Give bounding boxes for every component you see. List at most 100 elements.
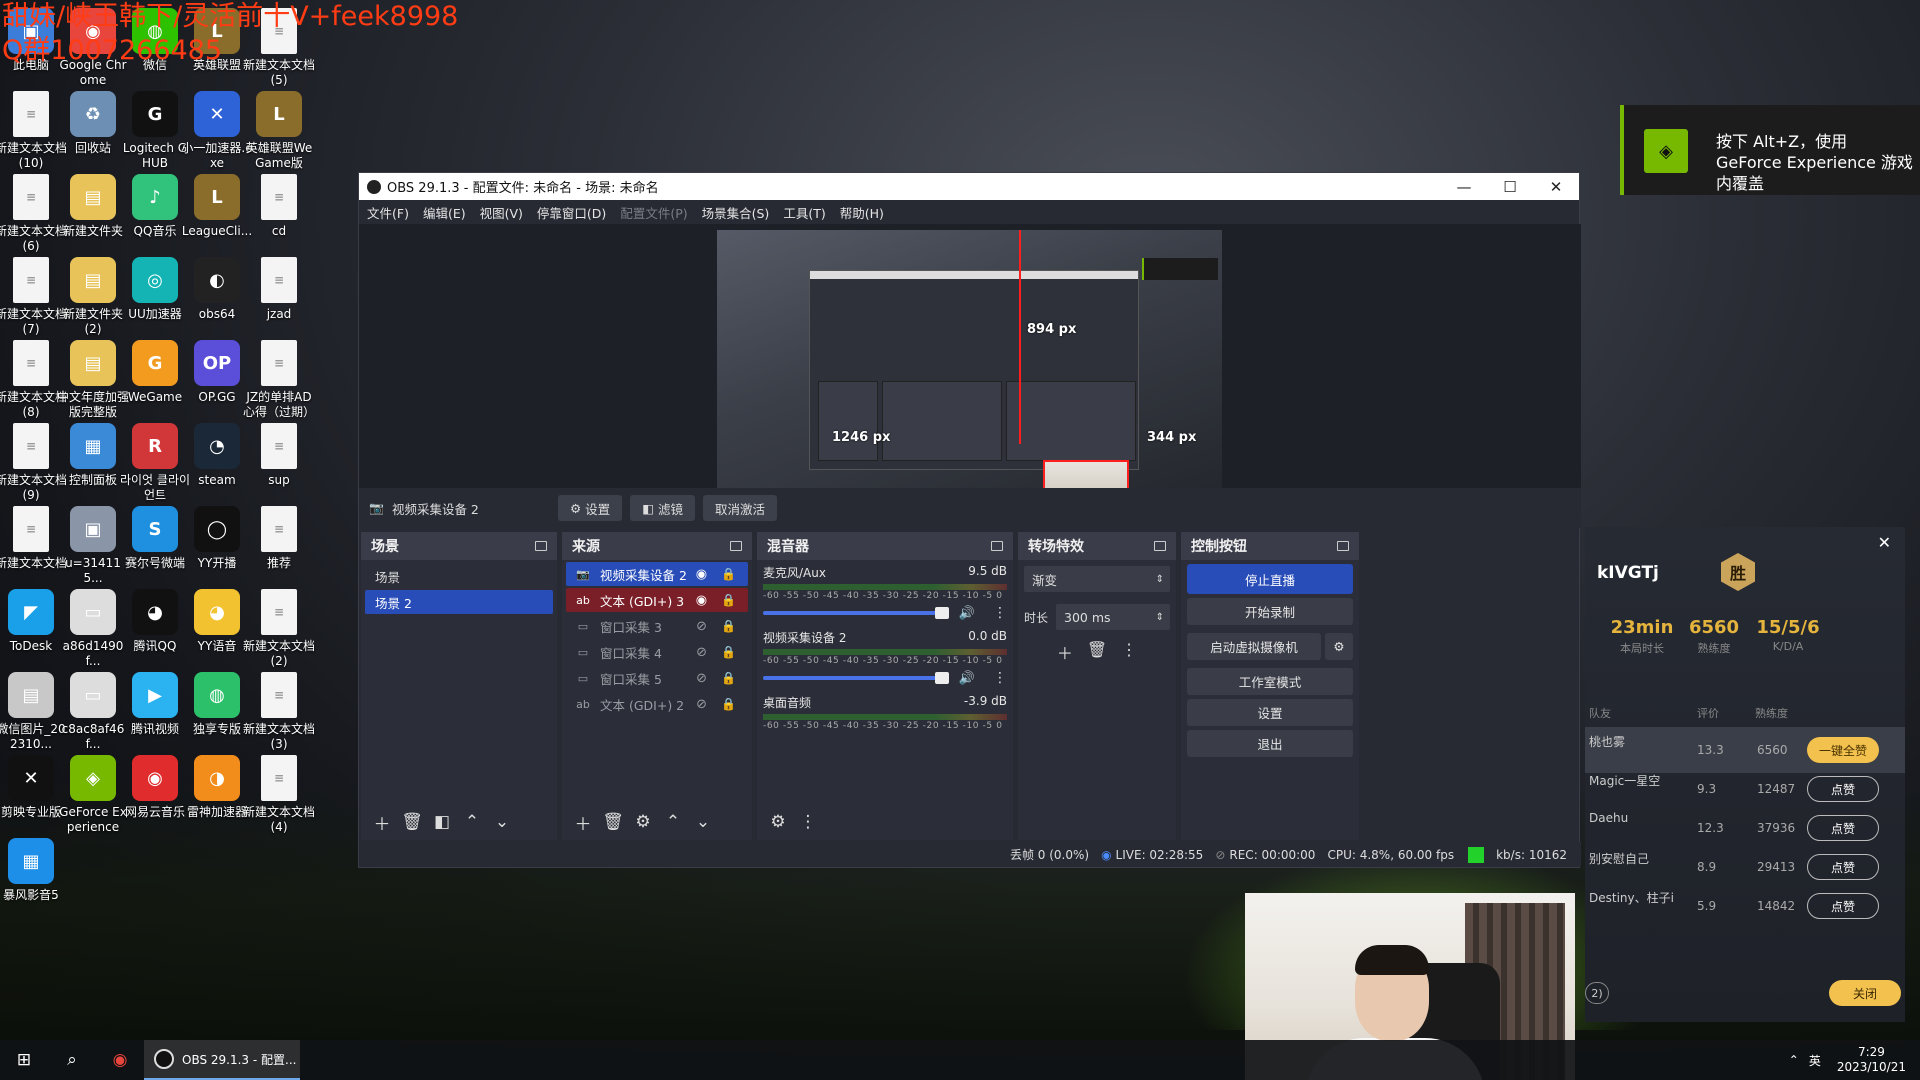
menu-item[interactable]: 帮助(H) [840,203,884,222]
remove-transition-button[interactable]: 🗑 [1087,640,1107,664]
eye-closed-icon[interactable]: ⊘ [696,619,707,634]
move-up-button[interactable]: ⌃ [457,808,487,836]
menu-item[interactable]: 场景集合(S) [702,203,770,222]
desktop-icon[interactable]: ▦ 暴风影音5 [0,830,68,926]
eye-closed-icon[interactable]: ⊘ [696,671,707,686]
advanced-audio-button[interactable]: ⚙ [763,808,793,836]
source-item[interactable]: ab 文本 (GDI+) 2 ⊘ 🔒 [566,692,748,716]
eye-closed-icon[interactable]: ⊘ [696,645,707,660]
like-button[interactable]: 点赞 [1807,854,1879,880]
obs-titlebar[interactable]: OBS 29.1.3 - 配置文件: 未命名 - 场景: 未命名 — ☐ ✕ [359,173,1579,200]
desktop-icon[interactable]: L 英雄联盟WeGame版 [242,83,316,179]
maximize-button[interactable]: ☐ [1487,173,1533,200]
obs-preview[interactable]: 894 px 1246 px 344 px [359,224,1581,518]
undock-icon[interactable] [1337,541,1349,551]
exit-button[interactable]: 退出 [1187,730,1353,757]
desktop-icon[interactable]: ≡ 新建文本文档 (3) [242,664,316,760]
deactivate-button[interactable]: 取消激活 [702,495,777,521]
lock-icon[interactable]: 🔒 [721,671,736,685]
cpu-usage: CPU: 4.8%, 60.00 fps [1327,847,1455,862]
desktop-icon[interactable]: ≡ 新建文本文档 (2) [242,581,316,677]
search-icon[interactable]: ⌕ [48,1040,96,1080]
settings-button[interactable]: 设置 [1187,699,1353,726]
undock-icon[interactable] [730,541,742,551]
like-button[interactable]: 点赞 [1807,893,1879,919]
like-all-button[interactable]: 一键全赞 [1807,737,1879,763]
add-transition-button[interactable]: ＋ [1057,640,1073,664]
chrome-icon[interactable]: ◉ [96,1040,144,1080]
transition-select[interactable]: 渐变 ⇕ [1024,566,1170,592]
duration-input[interactable]: 300 ms ⇕ [1056,604,1170,630]
eye-closed-icon[interactable]: ⊘ [696,697,707,712]
scene-item[interactable]: 场景 [365,564,553,588]
add-source-button[interactable]: ＋ [568,808,598,836]
tray-chevron-icon[interactable]: ⌃ [1789,1053,1799,1067]
windows-start-icon[interactable]: ⊞ [0,1040,48,1080]
speaker-icon[interactable]: 🔊 [959,606,975,621]
lock-icon[interactable]: 🔒 [721,593,736,607]
desktop-icon[interactable]: ≡ 推荐 [242,498,316,594]
move-up-button[interactable]: ⌃ [658,808,688,836]
menu-item[interactable]: 停靠窗口(D) [537,203,606,222]
desktop-icon[interactable]: ≡ cd [242,166,316,262]
menu-item[interactable]: 视图(V) [480,203,523,222]
lock-icon[interactable]: 🔒 [721,697,736,711]
minimize-button[interactable]: — [1441,173,1487,200]
transition-menu-button[interactable]: ⋮ [1121,640,1137,664]
undock-icon[interactable] [535,541,547,551]
volume-slider[interactable] [763,607,949,619]
ime-indicator[interactable]: 英 [1809,1052,1821,1069]
lock-icon[interactable]: 🔒 [721,567,736,581]
menu-item[interactable]: 编辑(E) [423,203,466,222]
source-filters-button[interactable]: ◧ 滤镜 [630,495,695,521]
menu-item[interactable]: 文件(F) [367,203,409,222]
clock[interactable]: 7:29 2023/10/21 [1837,1045,1906,1075]
eye-icon[interactable]: ◉ [696,567,707,582]
taskbar-obs[interactable]: OBS 29.1.3 - 配置... [144,1040,300,1080]
source-item[interactable]: ▭ 窗口采集 3 ⊘ 🔒 [566,614,748,638]
close-panel-button[interactable]: 关闭 [1829,980,1901,1006]
preview-canvas[interactable]: 894 px 1246 px 344 px [717,230,1222,518]
channel-menu-icon[interactable]: ⋮ [993,605,1007,621]
mixer-menu-button[interactable]: ⋮ [793,808,823,836]
start-record-button[interactable]: 开始录制 [1187,598,1353,625]
eye-icon[interactable]: ◉ [696,593,707,608]
virtual-cam-button[interactable]: 启动虚拟摄像机 [1187,633,1321,660]
close-button[interactable]: ✕ [1533,173,1579,200]
virtual-cam-settings-icon[interactable]: ⚙ [1325,633,1353,660]
desktop-icon[interactable]: ≡ JZ的单排AD心得（过期） [242,332,316,428]
remove-source-button[interactable]: 🗑 [598,808,628,836]
volume-slider-knob[interactable] [934,607,949,619]
source-item[interactable]: ▭ 窗口采集 4 ⊘ 🔒 [566,640,748,664]
move-down-button[interactable]: ⌄ [688,808,718,836]
studio-mode-button[interactable]: 工作室模式 [1187,668,1353,695]
desktop-icon[interactable]: ≡ jzad [242,249,316,345]
speaker-icon[interactable]: 🔊 [959,671,975,686]
scene-filters-button[interactable]: ◧ [427,808,457,836]
menu-item[interactable]: 工具(T) [783,203,825,222]
page-indicator[interactable]: 2) [1585,982,1609,1004]
remove-scene-button[interactable]: 🗑 [397,808,427,836]
source-properties-button[interactable]: ⚙ [628,808,658,836]
volume-slider[interactable] [763,672,949,684]
menu-item[interactable]: 配置文件(P) [620,203,687,222]
source-item[interactable]: ▭ 窗口采集 5 ⊘ 🔒 [566,666,748,690]
source-item[interactable]: 📷 视频采集设备 2 ◉ 🔒 [566,562,748,586]
desktop-icon[interactable]: ≡ sup [242,415,316,511]
scene-item[interactable]: 场景 2 [365,590,553,614]
like-button[interactable]: 点赞 [1807,815,1879,841]
move-down-button[interactable]: ⌄ [487,808,517,836]
source-settings-button[interactable]: ⚙ 设置 [557,495,623,521]
undock-icon[interactable] [991,541,1003,551]
add-scene-button[interactable]: ＋ [367,808,397,836]
lock-icon[interactable]: 🔒 [721,619,736,633]
source-item[interactable]: ab 文本 (GDI+) 3 ◉ 🔒 [566,588,748,612]
close-icon[interactable]: ✕ [1878,533,1891,552]
desktop-icon[interactable]: ≡ 新建文本文档 (4) [242,747,316,843]
like-button[interactable]: 点赞 [1807,776,1879,802]
undock-icon[interactable] [1154,541,1166,551]
volume-slider-knob[interactable] [934,672,949,684]
lock-icon[interactable]: 🔒 [721,645,736,659]
channel-menu-icon[interactable]: ⋮ [993,670,1007,686]
stop-stream-button[interactable]: 停止直播 [1187,564,1353,594]
